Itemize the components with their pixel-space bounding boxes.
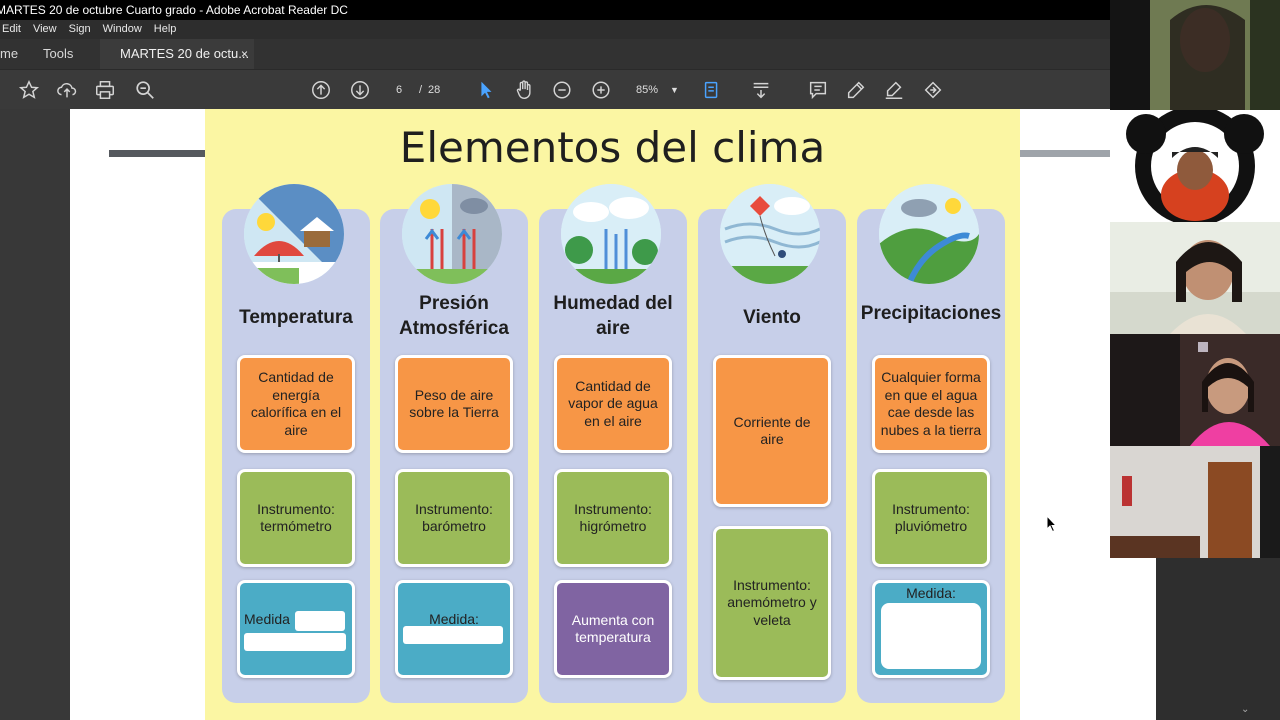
slide: Elementos del clima Temperatura Cantidad… [205,109,1020,720]
column-heading: Humedad del aire [553,293,673,339]
previous-page-icon[interactable] [309,78,333,102]
definition-box: Corriente de aire [713,355,831,507]
column-heading: Presión Atmosférica [399,293,509,339]
instrument-box: Instrumento: barómetro [395,469,513,567]
menu-edit[interactable]: Edit [0,20,27,39]
definition-box: Cantidad de vapor de agua en el aire [554,355,672,453]
instrument-box: Instrumento: higrómetro [554,469,672,567]
column-precipitaciones: Precipitaciones Cualquier forma en que e… [857,184,1005,703]
measure-label: Medida [244,611,290,627]
wind-scene-icon [720,184,820,284]
cloud-upload-icon[interactable] [55,78,79,102]
measure-box: Aumenta con temperatura [554,580,672,678]
sign-icon[interactable] [882,78,906,102]
column-heading: Viento [743,307,801,328]
menu-sign[interactable]: Sign [63,20,97,39]
instrument-box: Instrumento: termómetro [237,469,355,567]
menu-window[interactable]: Window [97,20,148,39]
highlight-pen-icon[interactable] [844,78,868,102]
menu-bar: Edit View Sign Window Help [0,20,1110,39]
tab-document[interactable]: MARTES 20 de octu... × [100,39,254,69]
zoom-in-icon[interactable] [589,78,613,102]
measure-box: Medida: [872,580,990,678]
hidden-answer-box [403,626,503,644]
tab-tools[interactable]: Tools [43,39,73,69]
humidity-scene-icon [561,184,661,284]
participant-video [1110,110,1280,222]
select-cursor-icon[interactable] [474,78,498,102]
chevron-down-icon[interactable]: ⌄ [1241,704,1249,715]
participant-video [1110,334,1280,446]
column-humedad: Humedad del aire Cantidad de vapor de ag… [539,184,687,703]
divider-line-right [1020,150,1110,157]
temperature-scene-icon [244,184,344,284]
tab-close-icon[interactable]: × [241,39,248,69]
definition-box: Peso de aire sobre la Tierra [395,355,513,453]
window-title-bar: MARTES 20 de octubre Cuarto grado - Adob… [0,0,1110,20]
measure-box: Medida: [395,580,513,678]
chevron-down-icon: ▼ [670,85,679,95]
precipitation-scene-icon [879,184,979,284]
pressure-scene-icon [402,184,502,284]
hidden-answer-box [881,603,981,669]
definition-box: Cualquier forma en que el agua cae desde… [872,355,990,453]
window-title: MARTES 20 de octubre Cuarto grado - Adob… [0,3,348,17]
measure-label: Medida: [906,585,956,601]
share-send-icon[interactable] [921,78,945,102]
instrument-box: Instrumento: pluviómetro [872,469,990,567]
hand-tool-icon[interactable] [512,78,536,102]
column-viento: Viento Corriente de aire Instrumento: an… [698,184,846,703]
page-separator: / [419,84,423,96]
zoom-value: 85% [636,84,659,96]
participant-video [1110,222,1280,334]
divider-line-left [109,150,205,157]
next-page-icon[interactable] [348,78,372,102]
fit-page-icon[interactable] [700,78,724,102]
instrument-box: Instrumento: anemómetro y veleta [713,526,831,680]
hidden-answer-box [244,633,346,651]
zoom-search-icon[interactable] [133,78,157,102]
mouse-cursor-icon [1046,515,1058,533]
video-panel-background [1156,558,1280,720]
page-number-input[interactable]: 6 [396,79,402,101]
pdf-page: Elementos del clima Temperatura Cantidad… [70,109,1156,720]
participant-video [1110,0,1280,110]
tab-document-label: MARTES 20 de octu... [120,46,250,61]
slide-title: Elementos del clima [399,123,826,172]
column-heading: Temperatura [239,307,353,328]
column-heading: Precipitaciones [860,303,1002,324]
hidden-answer-box [295,611,345,631]
page-total: 28 [428,84,441,96]
menu-view[interactable]: View [27,20,63,39]
participant-video [1110,446,1280,558]
document-view[interactable]: Elementos del clima Temperatura Cantidad… [0,109,1156,720]
tab-bar: me Tools MARTES 20 de octu... × [0,39,1110,69]
measure-box: Medida [237,580,355,678]
print-icon[interactable] [93,78,117,102]
star-icon[interactable] [17,78,41,102]
scroll-mode-icon[interactable] [749,78,773,102]
zoom-out-icon[interactable] [550,78,574,102]
definition-box: Cantidad de energía calorífica en el air… [237,355,355,453]
tab-home[interactable]: me [0,39,18,69]
column-presion: Presión Atmosférica Peso de aire sobre l… [380,184,528,703]
toolbar: 6 / 28 85% ▼ [0,69,1110,109]
comment-icon[interactable] [806,78,830,102]
menu-help[interactable]: Help [148,20,183,39]
acrobat-window: MARTES 20 de octubre Cuarto grado - Adob… [0,0,1280,720]
zoom-dropdown[interactable]: 85% ▼ [628,79,686,101]
column-temperatura: Temperatura Cantidad de energía calorífi… [222,184,370,703]
